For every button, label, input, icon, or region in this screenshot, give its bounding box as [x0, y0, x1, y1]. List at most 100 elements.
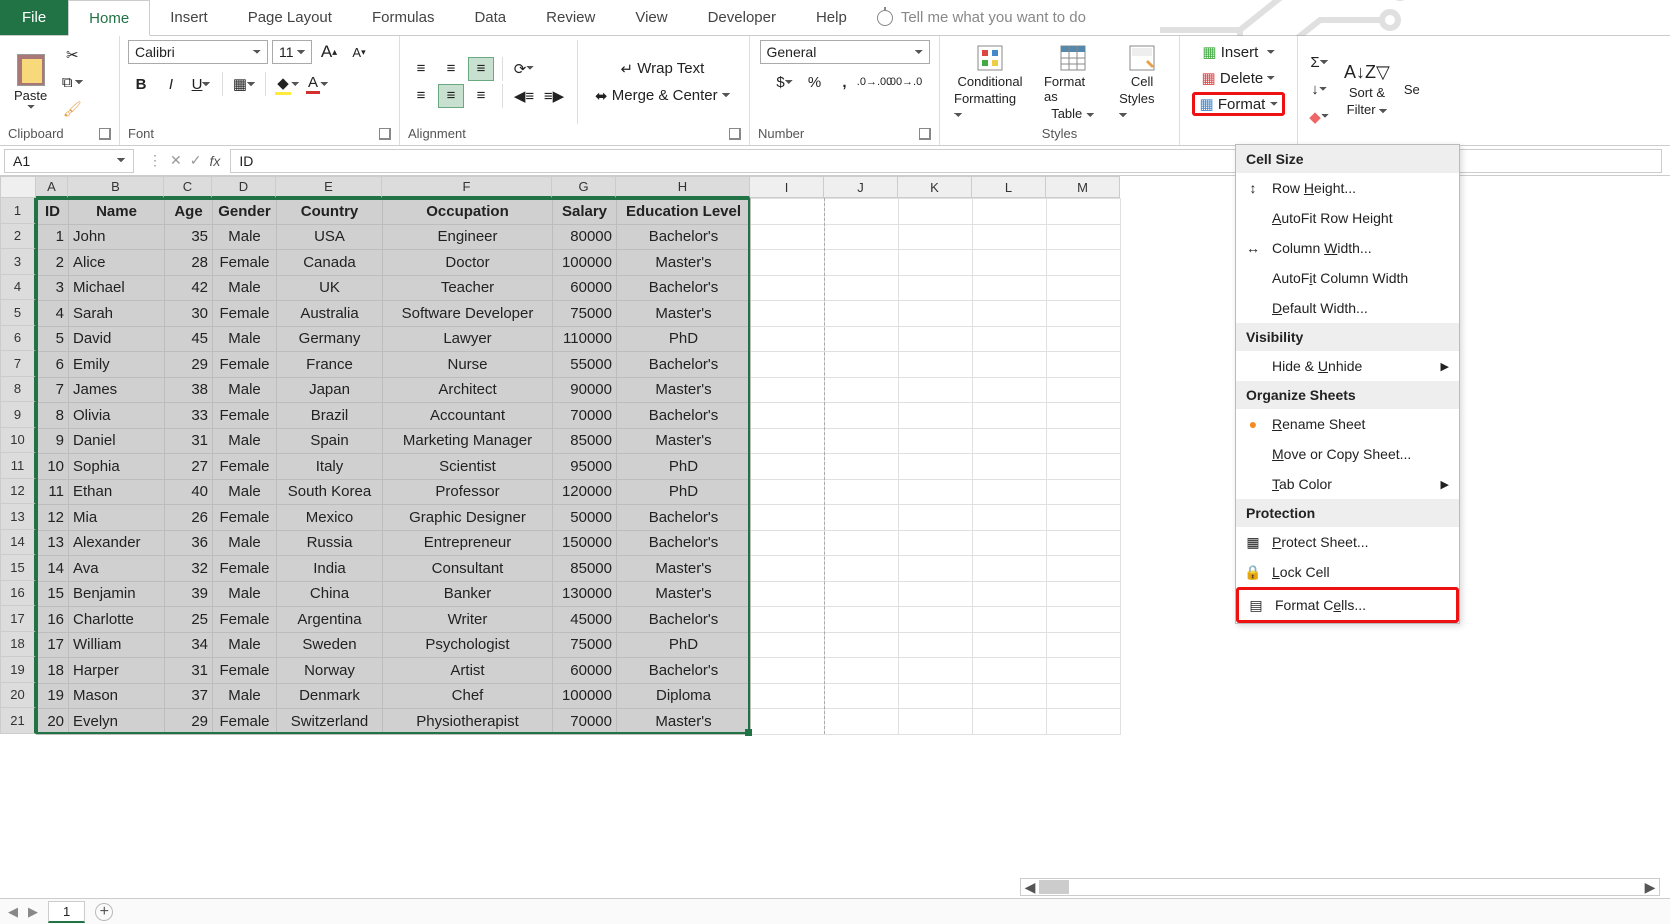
cell[interactable]: 45000 — [553, 607, 617, 633]
row-header-8[interactable]: 8 — [0, 377, 36, 403]
cell[interactable] — [899, 479, 973, 505]
cell[interactable]: Master's — [617, 377, 751, 403]
cell[interactable] — [751, 530, 825, 556]
cell[interactable]: Female — [213, 607, 277, 633]
font-name-combo[interactable]: Calibri — [128, 40, 268, 64]
cell[interactable] — [1047, 352, 1121, 378]
tab-page-layout[interactable]: Page Layout — [228, 0, 352, 35]
cell[interactable]: Female — [213, 352, 277, 378]
cell[interactable] — [1047, 683, 1121, 709]
col-header-B[interactable]: B — [68, 176, 164, 198]
cell[interactable]: John — [69, 224, 165, 250]
cell[interactable] — [973, 275, 1047, 301]
cell[interactable] — [973, 683, 1047, 709]
row-header-3[interactable]: 3 — [0, 249, 36, 275]
cell[interactable]: Gender — [213, 199, 277, 225]
cell[interactable]: 32 — [165, 556, 213, 582]
cell[interactable] — [825, 326, 899, 352]
row-header-14[interactable]: 14 — [0, 530, 36, 556]
cell[interactable] — [973, 556, 1047, 582]
cell[interactable] — [973, 301, 1047, 327]
cell[interactable]: 31 — [165, 658, 213, 684]
cell[interactable] — [899, 403, 973, 429]
cell[interactable] — [899, 556, 973, 582]
cell[interactable]: Mia — [69, 505, 165, 531]
tab-review[interactable]: Review — [526, 0, 615, 35]
cell[interactable]: 100000 — [553, 250, 617, 276]
cell[interactable]: Architect — [383, 377, 553, 403]
alignment-launcher[interactable] — [729, 128, 741, 140]
cell[interactable]: 12 — [37, 505, 69, 531]
cell[interactable]: Male — [213, 683, 277, 709]
cell[interactable]: 80000 — [553, 224, 617, 250]
font-color-button[interactable]: A — [304, 72, 330, 96]
cell[interactable]: Occupation — [383, 199, 553, 225]
increase-indent-button[interactable]: ≡▶ — [541, 84, 567, 108]
cell[interactable] — [1047, 326, 1121, 352]
dd-hide-unhide[interactable]: Hide & Unhide▶ — [1236, 351, 1459, 381]
cell[interactable] — [973, 632, 1047, 658]
cell[interactable] — [899, 581, 973, 607]
col-header-C[interactable]: C — [164, 176, 212, 198]
cell[interactable] — [825, 454, 899, 480]
cell[interactable]: 30 — [165, 301, 213, 327]
cell[interactable] — [899, 530, 973, 556]
cells-area[interactable]: IDNameAgeGenderCountryOccupationSalaryEd… — [36, 198, 1121, 735]
name-box[interactable]: A1 — [4, 149, 134, 173]
cell[interactable]: Female — [213, 250, 277, 276]
clipboard-launcher[interactable] — [99, 128, 111, 140]
cell[interactable] — [899, 505, 973, 531]
cell[interactable] — [825, 709, 899, 735]
cell[interactable]: Female — [213, 454, 277, 480]
cell[interactable] — [1047, 428, 1121, 454]
cell[interactable]: Sarah — [69, 301, 165, 327]
cell[interactable]: Doctor — [383, 250, 553, 276]
cell[interactable] — [973, 709, 1047, 735]
cell[interactable]: 34 — [165, 632, 213, 658]
fx-icon[interactable]: fx — [209, 153, 220, 169]
col-header-K[interactable]: K — [898, 176, 972, 198]
align-bottom-button[interactable]: ≡ — [468, 57, 494, 81]
cell[interactable] — [1047, 556, 1121, 582]
cell[interactable] — [973, 479, 1047, 505]
cell[interactable] — [899, 250, 973, 276]
cell[interactable]: Male — [213, 428, 277, 454]
cell[interactable]: 110000 — [553, 326, 617, 352]
cell[interactable]: 13 — [37, 530, 69, 556]
row-header-11[interactable]: 11 — [0, 453, 36, 479]
cell[interactable]: Harper — [69, 658, 165, 684]
cell[interactable]: 37 — [165, 683, 213, 709]
cell[interactable]: 3 — [37, 275, 69, 301]
cell[interactable]: Argentina — [277, 607, 383, 633]
cell[interactable]: Female — [213, 709, 277, 735]
cell[interactable] — [751, 683, 825, 709]
cell[interactable] — [751, 607, 825, 633]
fill-button[interactable]: ↓ — [1306, 78, 1332, 102]
cell[interactable] — [1047, 377, 1121, 403]
cell[interactable]: Denmark — [277, 683, 383, 709]
cell[interactable]: 60000 — [553, 275, 617, 301]
cell[interactable]: Name — [69, 199, 165, 225]
underline-button[interactable]: U — [188, 72, 214, 96]
number-launcher[interactable] — [919, 128, 931, 140]
cell[interactable] — [899, 658, 973, 684]
cell[interactable]: 27 — [165, 454, 213, 480]
cell[interactable] — [1047, 250, 1121, 276]
sort-filter-button[interactable]: A↓Z▽ Sort & Filter — [1338, 60, 1396, 119]
shrink-font-button[interactable]: A▾ — [346, 40, 372, 64]
row-header-1[interactable]: 1 — [0, 198, 36, 224]
col-header-A[interactable]: A — [36, 176, 68, 198]
cell[interactable]: 85000 — [553, 428, 617, 454]
cell[interactable]: Sweden — [277, 632, 383, 658]
cell[interactable] — [825, 581, 899, 607]
cell[interactable]: Female — [213, 301, 277, 327]
cell[interactable]: 33 — [165, 403, 213, 429]
comma-button[interactable]: , — [832, 70, 858, 94]
cell[interactable] — [751, 326, 825, 352]
decrease-decimal-button[interactable]: .00→.0 — [892, 70, 918, 94]
cell[interactable]: ID — [37, 199, 69, 225]
row-header-7[interactable]: 7 — [0, 351, 36, 377]
row-header-20[interactable]: 20 — [0, 683, 36, 709]
cell[interactable]: Bachelor's — [617, 505, 751, 531]
cell[interactable] — [973, 658, 1047, 684]
